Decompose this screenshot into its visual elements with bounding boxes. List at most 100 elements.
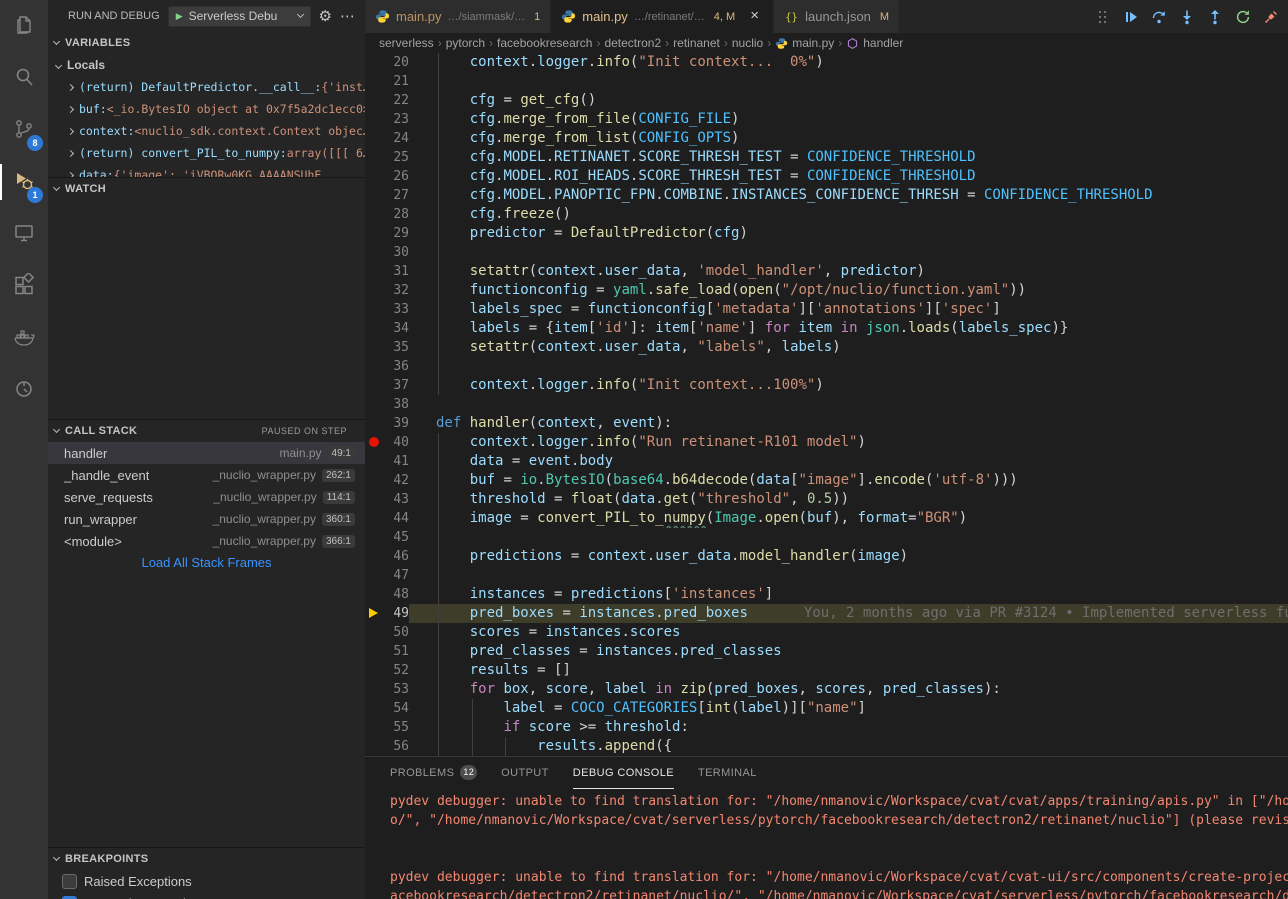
gutter-glyph-margin[interactable]	[365, 471, 383, 490]
gutter-glyph-margin[interactable]	[365, 186, 383, 205]
gutter-glyph-margin[interactable]	[365, 585, 383, 604]
variable-row[interactable]: (return) convert_PIL_to_numpy: array([[[…	[48, 142, 365, 164]
step-into-button[interactable]	[1175, 5, 1198, 28]
breadcrumb-item-main.py[interactable]: main.py	[775, 36, 834, 50]
code-line[interactable]: 47	[365, 566, 1288, 585]
disconnect-button[interactable]	[1259, 5, 1282, 28]
gutter-glyph-margin[interactable]	[365, 243, 383, 262]
code-line[interactable]: 34 labels = {item['id']: item['name'] fo…	[365, 319, 1288, 338]
code-line[interactable]: 37 context.logger.info("Init context...1…	[365, 376, 1288, 395]
gutter-glyph-margin[interactable]	[365, 566, 383, 585]
tab-main.py[interactable]: main.py…/siammask/…1	[365, 0, 551, 33]
debug-config-dropdown[interactable]: ▶ Serverless Debu	[168, 6, 311, 27]
gutter-glyph-margin[interactable]	[365, 490, 383, 509]
call-stack-section-header[interactable]: CALL STACK PAUSED ON STEP	[48, 420, 365, 442]
code-line[interactable]: 35 setattr(context.user_data, "labels", …	[365, 338, 1288, 357]
breakpoints-section-header[interactable]: BREAKPOINTS	[48, 848, 365, 870]
code-line[interactable]: 45	[365, 528, 1288, 547]
code-line[interactable]: 30	[365, 243, 1288, 262]
stack-frame-row[interactable]: handlermain.py49:1	[48, 442, 365, 464]
gutter-glyph-margin[interactable]	[365, 680, 383, 699]
breadcrumb-item-serverless[interactable]: serverless	[379, 36, 434, 50]
stack-frame-row[interactable]: serve_requests_nuclio_wrapper.py114:1	[48, 486, 365, 508]
code-line[interactable]: 40 context.logger.info("Run retinanet-R1…	[365, 433, 1288, 452]
gutter-glyph-margin[interactable]	[365, 281, 383, 300]
gutter-glyph-margin[interactable]	[365, 167, 383, 186]
code-line[interactable]: 46 predictions = context.user_data.model…	[365, 547, 1288, 566]
code-line[interactable]: 44 image = convert_PIL_to_numpy(Image.op…	[365, 509, 1288, 528]
watch-section-header[interactable]: WATCH	[48, 178, 365, 200]
code-line[interactable]: 39def handler(context, event):	[365, 414, 1288, 433]
load-all-stack-frames-link[interactable]: Load All Stack Frames	[48, 552, 365, 574]
debug-console-output[interactable]: pydev debugger: unable to find translati…	[365, 789, 1288, 899]
step-out-button[interactable]	[1203, 5, 1226, 28]
stack-frame-row[interactable]: _handle_event_nuclio_wrapper.py262:1	[48, 464, 365, 486]
step-over-button[interactable]	[1147, 5, 1170, 28]
stack-frame-row[interactable]: <module>_nuclio_wrapper.py366:1	[48, 530, 365, 552]
code-editor[interactable]: 20 context.logger.info("Init context... …	[365, 53, 1288, 756]
breadcrumb-item-detectron2[interactable]: detectron2	[604, 36, 661, 50]
restart-button[interactable]	[1231, 5, 1254, 28]
gutter-glyph-margin[interactable]	[365, 433, 383, 452]
gutter-glyph-margin[interactable]	[365, 737, 383, 756]
code-line[interactable]: 54 label = COCO_CATEGORIES[int(label)]["…	[365, 699, 1288, 718]
gutter-glyph-margin[interactable]	[365, 604, 383, 623]
breadcrumb-item-retinanet[interactable]: retinanet	[673, 36, 720, 50]
gutter-glyph-margin[interactable]	[365, 262, 383, 281]
breadcrumb-item-pytorch[interactable]: pytorch	[446, 36, 485, 50]
continue-button[interactable]	[1119, 5, 1142, 28]
activity-item-source-control[interactable]: 8	[0, 104, 48, 156]
breadcrumb-item-nuclio[interactable]: nuclio	[732, 36, 763, 50]
code-line[interactable]: 24 cfg.merge_from_list(CONFIG_OPTS)	[365, 129, 1288, 148]
code-line[interactable]: 33 labels_spec = functionconfig['metadat…	[365, 300, 1288, 319]
activity-item-search[interactable]	[0, 52, 48, 104]
gutter-glyph-margin[interactable]	[365, 357, 383, 376]
code-line[interactable]: 36	[365, 357, 1288, 376]
code-line[interactable]: 20 context.logger.info("Init context... …	[365, 53, 1288, 72]
code-line[interactable]: 52 results = []	[365, 661, 1288, 680]
breakpoint-row[interactable]: Raised Exceptions	[48, 870, 365, 892]
gutter-glyph-margin[interactable]	[365, 338, 383, 357]
code-line[interactable]: 43 threshold = float(data.get("threshold…	[365, 490, 1288, 509]
more-actions-icon[interactable]: ⋯	[340, 9, 355, 24]
gutter-glyph-margin[interactable]	[365, 623, 383, 642]
code-line[interactable]: 32 functionconfig = yaml.safe_load(open(…	[365, 281, 1288, 300]
gutter-glyph-margin[interactable]	[365, 414, 383, 433]
gutter-glyph-margin[interactable]	[365, 699, 383, 718]
variable-row[interactable]: context: <nuclio_sdk.context.Context obj…	[48, 120, 365, 142]
code-line[interactable]: 26 cfg.MODEL.ROI_HEADS.SCORE_THRESH_TEST…	[365, 167, 1288, 186]
breadcrumb-item-facebookresearch[interactable]: facebookresearch	[497, 36, 592, 50]
panel-tab-terminal[interactable]: TERMINAL	[698, 757, 757, 789]
code-line[interactable]: 38	[365, 395, 1288, 414]
activity-item-docker[interactable]	[0, 312, 48, 364]
code-line[interactable]: 28 cfg.freeze()	[365, 205, 1288, 224]
gutter-glyph-margin[interactable]	[365, 395, 383, 414]
gutter-glyph-margin[interactable]	[365, 129, 383, 148]
gutter-glyph-margin[interactable]	[365, 91, 383, 110]
variables-scope-locals[interactable]: Locals	[48, 54, 365, 76]
code-line[interactable]: 23 cfg.merge_from_file(CONFIG_FILE)	[365, 110, 1288, 129]
drag-grip-icon[interactable]	[1091, 5, 1114, 28]
breakpoint-row[interactable]: ✓Uncaught Exceptions	[48, 892, 365, 899]
checkbox-checked[interactable]: ✓	[62, 896, 77, 899]
code-line[interactable]: 41 data = event.body	[365, 452, 1288, 471]
code-line[interactable]: 56 results.append({	[365, 737, 1288, 756]
activity-item-remote-explorer[interactable]	[0, 208, 48, 260]
code-line[interactable]: 22 cfg = get_cfg()	[365, 91, 1288, 110]
variables-section-header[interactable]: VARIABLES	[48, 32, 365, 54]
code-line[interactable]: 31 setattr(context.user_data, 'model_han…	[365, 262, 1288, 281]
tab-main.py[interactable]: main.py…/retinanet/…4, M×	[551, 0, 774, 33]
gutter-glyph-margin[interactable]	[365, 319, 383, 338]
start-debugging-icon[interactable]: ▶	[176, 12, 183, 21]
close-icon[interactable]: ×	[746, 8, 763, 25]
variable-row[interactable]: buf: <_io.BytesIO object at 0x7f5a2dc1ec…	[48, 98, 365, 120]
gear-icon[interactable]: ⚙	[319, 9, 332, 24]
code-line[interactable]: 27 cfg.MODEL.PANOPTIC_FPN.COMBINE.INSTAN…	[365, 186, 1288, 205]
activity-item-run-and-debug[interactable]: 1	[0, 156, 48, 208]
activity-item-extensions[interactable]	[0, 260, 48, 312]
panel-tab-problems[interactable]: PROBLEMS12	[390, 757, 477, 789]
gutter-glyph-margin[interactable]	[365, 509, 383, 528]
code-line[interactable]: 29 predictor = DefaultPredictor(cfg)	[365, 224, 1288, 243]
code-line[interactable]: 21	[365, 72, 1288, 91]
gutter-glyph-margin[interactable]	[365, 224, 383, 243]
